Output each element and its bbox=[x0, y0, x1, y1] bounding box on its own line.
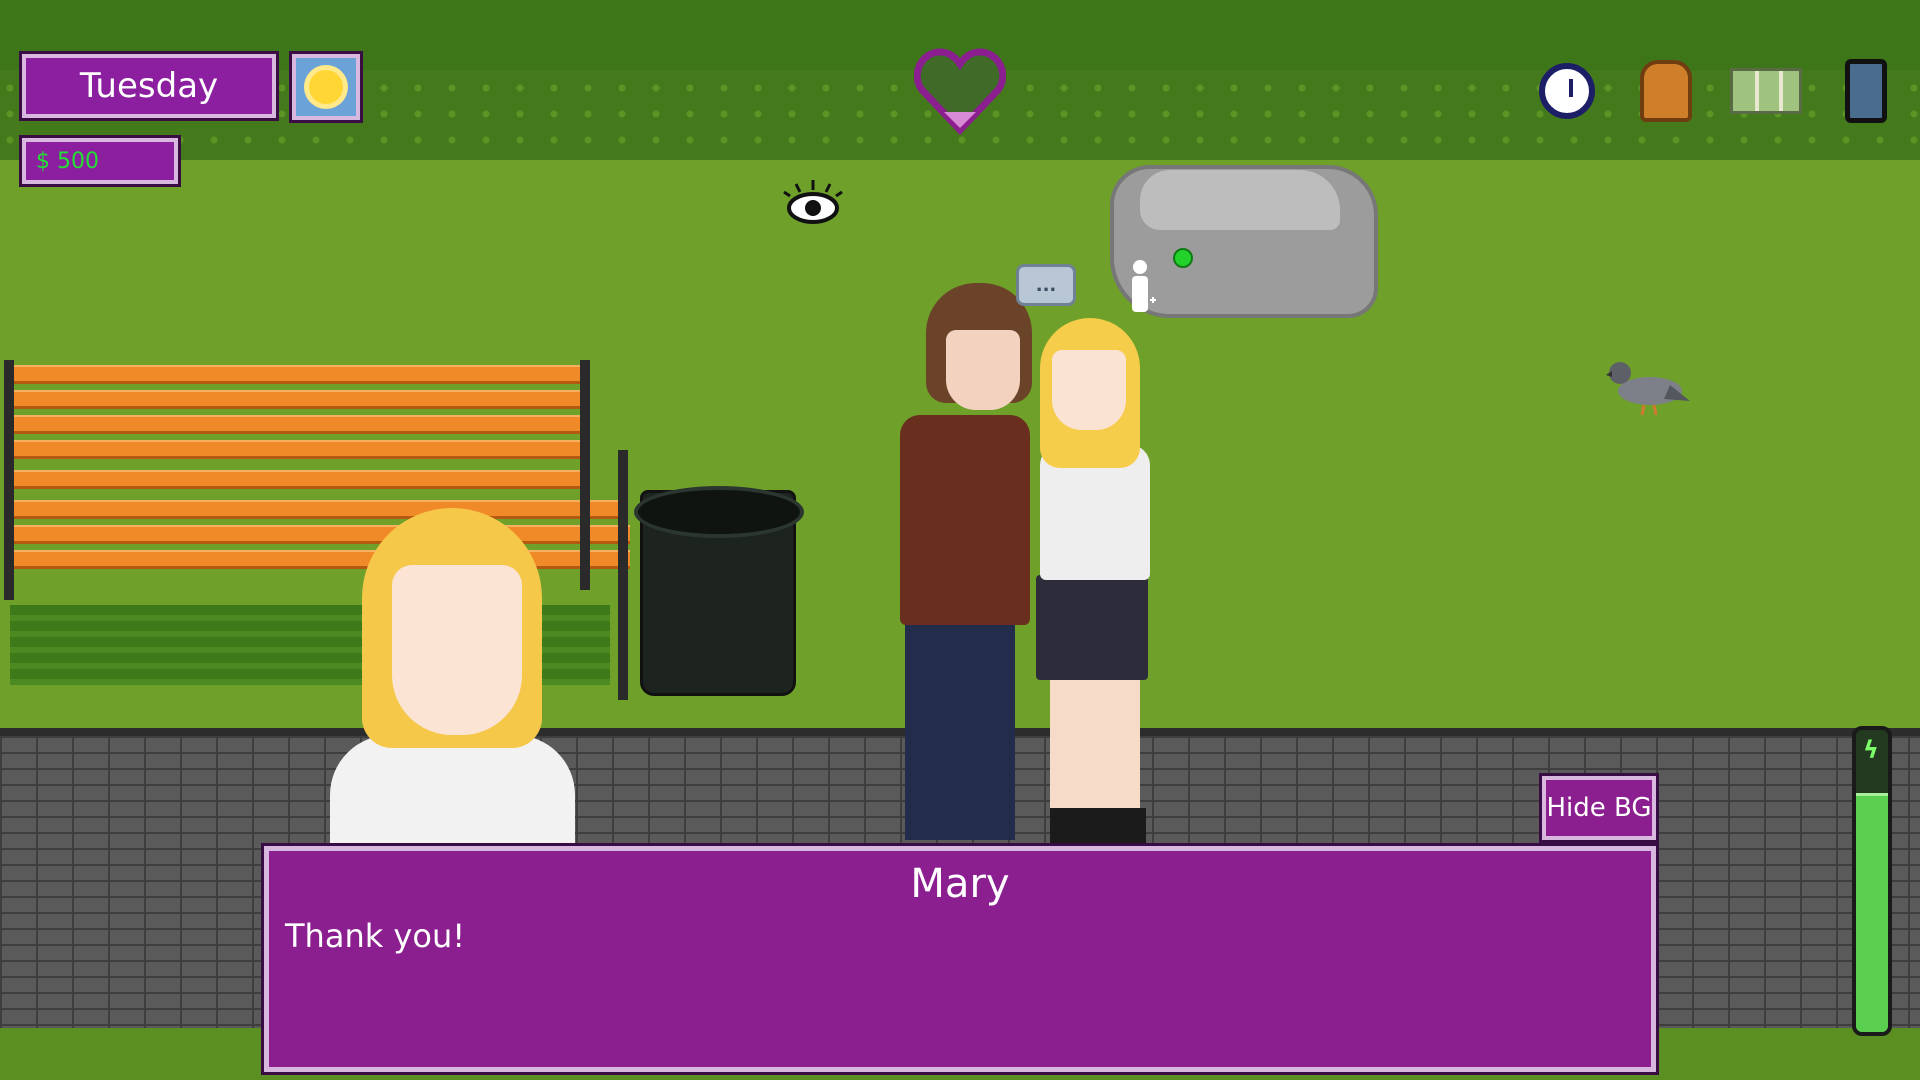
mary-boots bbox=[1050, 808, 1146, 848]
bench-leg bbox=[580, 360, 590, 590]
bench-leg bbox=[4, 360, 14, 600]
dialog-text: Thank you! bbox=[285, 917, 466, 955]
clock-button[interactable] bbox=[1534, 56, 1600, 126]
bench-slat bbox=[10, 390, 590, 409]
speech-bubble-icon[interactable]: ... bbox=[1016, 264, 1076, 306]
clock-icon bbox=[1539, 63, 1595, 119]
map-button[interactable] bbox=[1728, 56, 1804, 126]
trash-can-rim bbox=[634, 486, 804, 538]
bench-slat bbox=[10, 365, 590, 384]
energy-bar: ϟ bbox=[1852, 726, 1892, 1036]
pigeon bbox=[1606, 362, 1690, 415]
player-legs bbox=[905, 620, 1015, 840]
speaker-name: Mary bbox=[910, 861, 1010, 907]
speech-bubble-text: ... bbox=[1035, 274, 1057, 296]
sun-icon bbox=[309, 70, 343, 104]
player-body bbox=[900, 415, 1030, 625]
bench-slat bbox=[10, 470, 590, 489]
phone-button[interactable] bbox=[1842, 56, 1890, 126]
bench-slat bbox=[10, 500, 620, 519]
money-display: $ 500 bbox=[22, 138, 178, 184]
mary-face[interactable] bbox=[1052, 350, 1126, 430]
bench-slat bbox=[10, 440, 590, 459]
person-marker-icon[interactable] bbox=[1128, 258, 1156, 314]
bench-slat bbox=[10, 525, 630, 544]
heart-icon[interactable] bbox=[914, 46, 1006, 136]
bench-leg bbox=[618, 450, 628, 700]
eye-icon[interactable] bbox=[778, 178, 848, 226]
player-face bbox=[946, 330, 1020, 410]
backpack-icon bbox=[1640, 60, 1692, 122]
park-bench bbox=[0, 360, 640, 700]
map-icon bbox=[1730, 68, 1802, 114]
lightning-icon: ϟ bbox=[1863, 736, 1879, 764]
bench-slat bbox=[10, 415, 590, 434]
mary-portrait-face bbox=[392, 565, 522, 735]
phone-icon bbox=[1845, 59, 1887, 123]
bench-slat bbox=[10, 550, 630, 569]
mary-skirt bbox=[1036, 575, 1148, 680]
dialog-box[interactable]: Mary Thank you! bbox=[264, 846, 1656, 1072]
hide-bg-button[interactable]: Hide BG bbox=[1542, 776, 1656, 840]
day-indicator[interactable]: Tuesday bbox=[22, 54, 276, 118]
energy-bar-fill bbox=[1856, 793, 1888, 1032]
rock-highlight bbox=[1140, 170, 1340, 230]
mary-portrait-body bbox=[330, 735, 575, 855]
location-marker-dot[interactable] bbox=[1173, 248, 1193, 268]
weather-indicator[interactable] bbox=[292, 54, 360, 120]
backpack-button[interactable] bbox=[1636, 56, 1696, 126]
